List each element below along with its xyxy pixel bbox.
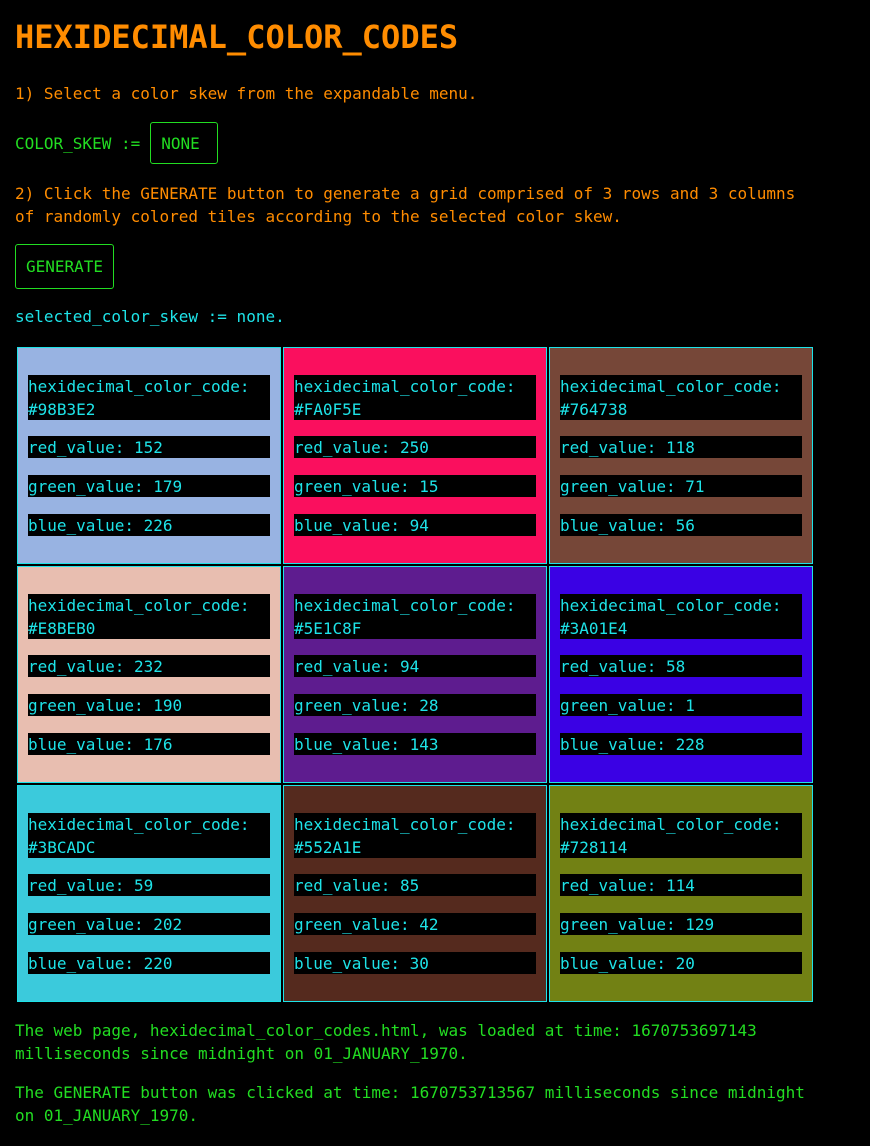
color-tile: hexidecimal_color_code: #FA0F5E red_valu… — [283, 347, 547, 564]
hex-code-label: hexidecimal_color_code: #5E1C8F — [294, 594, 536, 639]
blue-value-label: blue_value: 143 — [294, 733, 536, 755]
green-value-label: green_value: 190 — [28, 694, 270, 716]
red-value-label: red_value: 59 — [28, 874, 270, 896]
red-value-label: red_value: 232 — [28, 655, 270, 677]
blue-value-label: blue_value: 226 — [28, 514, 270, 536]
red-value-label: red_value: 85 — [294, 874, 536, 896]
color-tile: hexidecimal_color_code: #98B3E2 red_valu… — [17, 347, 281, 564]
green-value-label: green_value: 15 — [294, 475, 536, 497]
green-value-label: green_value: 42 — [294, 913, 536, 935]
hex-code-label: hexidecimal_color_code: #764738 — [560, 375, 802, 420]
green-value-label: green_value: 202 — [28, 913, 270, 935]
hex-code-label: hexidecimal_color_code: #98B3E2 — [28, 375, 270, 420]
blue-value-label: blue_value: 94 — [294, 514, 536, 536]
red-value-label: red_value: 114 — [560, 874, 802, 896]
hex-code-label: hexidecimal_color_code: #3BCADC — [28, 813, 270, 858]
red-value-label: red_value: 94 — [294, 655, 536, 677]
red-value-label: red_value: 152 — [28, 436, 270, 458]
color-skew-select[interactable]: NONE — [150, 122, 219, 164]
hex-code-label: hexidecimal_color_code: #E8BEB0 — [28, 594, 270, 639]
red-value-label: red_value: 250 — [294, 436, 536, 458]
color-tile: hexidecimal_color_code: #3BCADC red_valu… — [17, 785, 281, 1002]
hex-code-label: hexidecimal_color_code: #FA0F5E — [294, 375, 536, 420]
color-tile: hexidecimal_color_code: #E8BEB0 red_valu… — [17, 566, 281, 783]
blue-value-label: blue_value: 228 — [560, 733, 802, 755]
color-tile: hexidecimal_color_code: #552A1E red_valu… — [283, 785, 547, 1002]
blue-value-label: blue_value: 220 — [28, 952, 270, 974]
blue-value-label: blue_value: 30 — [294, 952, 536, 974]
blue-value-label: blue_value: 56 — [560, 514, 802, 536]
blue-value-label: blue_value: 176 — [28, 733, 270, 755]
hex-code-label: hexidecimal_color_code: #3A01E4 — [560, 594, 802, 639]
green-value-label: green_value: 179 — [28, 475, 270, 497]
color-tile-grid: hexidecimal_color_code: #98B3E2 red_valu… — [16, 346, 814, 1003]
hex-code-label: hexidecimal_color_code: #728114 — [560, 813, 802, 858]
green-value-label: green_value: 28 — [294, 694, 536, 716]
generate-clicked-timestamp: The GENERATE button was clicked at time:… — [15, 1083, 805, 1125]
step-two-instruction: 2) Click the GENERATE button to generate… — [15, 184, 796, 226]
red-value-label: red_value: 118 — [560, 436, 802, 458]
color-tile: hexidecimal_color_code: #728114 red_valu… — [549, 785, 813, 1002]
green-value-label: green_value: 1 — [560, 694, 802, 716]
selected-color-skew-status: selected_color_skew := none. — [15, 307, 285, 326]
color-skew-label: COLOR_SKEW := — [15, 133, 141, 153]
green-value-label: green_value: 129 — [560, 913, 802, 935]
page-loaded-timestamp: The web page, hexidecimal_color_codes.ht… — [15, 1021, 757, 1063]
color-tile: hexidecimal_color_code: #5E1C8F red_valu… — [283, 566, 547, 783]
color-skew-row: COLOR_SKEW := NONE — [15, 121, 219, 165]
page-title: HEXIDECIMAL_COLOR_CODES — [15, 18, 459, 56]
green-value-label: green_value: 71 — [560, 475, 802, 497]
color-tile: hexidecimal_color_code: #764738 red_valu… — [549, 347, 813, 564]
color-skew-selected-value: NONE — [161, 133, 200, 153]
blue-value-label: blue_value: 20 — [560, 952, 802, 974]
generate-button[interactable]: GENERATE — [15, 244, 114, 289]
hex-code-label: hexidecimal_color_code: #552A1E — [294, 813, 536, 858]
red-value-label: red_value: 58 — [560, 655, 802, 677]
step-one-instruction: 1) Select a color skew from the expandab… — [15, 84, 478, 103]
color-tile: hexidecimal_color_code: #3A01E4 red_valu… — [549, 566, 813, 783]
